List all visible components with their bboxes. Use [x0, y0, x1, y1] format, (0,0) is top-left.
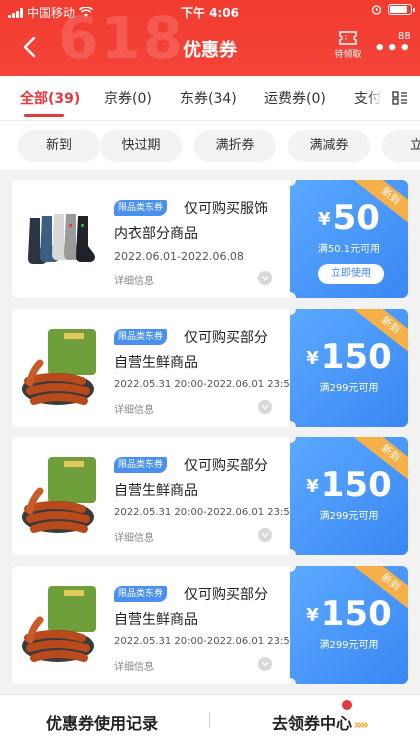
alarm-icon — [371, 5, 382, 15]
coupon-info: 限品类东券 仅可购买部分 自营生鲜商品 2022.05.31 20:00-202… — [12, 566, 296, 684]
currency-symbol: ¥ — [306, 476, 319, 497]
coupon-category-tag: 限品类东券 — [114, 457, 168, 473]
coupon-value-panel: 新到 ¥150 满299元可用 — [290, 566, 408, 684]
tab-shipping-coupon[interactable]: 运费券(0) — [264, 88, 326, 108]
tab-jing-coupon[interactable]: 京券(0) — [104, 88, 152, 108]
coupon-name-line1: 仅可购买服饰 — [184, 201, 268, 217]
ticket-icon — [339, 31, 357, 45]
chevron-down-icon[interactable] — [258, 271, 272, 285]
coupon-amount: ¥150 — [290, 594, 408, 634]
coupon-validity: 2022.06.01-2022.06.08 — [114, 250, 244, 263]
go-coupon-center-button[interactable]: 去领券中心»» — [272, 710, 369, 734]
amount-value: 150 — [320, 465, 392, 505]
header: 618 中国移动 下午 4:06 优惠券 待领取 ••• 88 — [0, 0, 420, 76]
bottom-divider — [209, 712, 210, 728]
filter-full-reduction[interactable]: 满减券 — [288, 130, 370, 162]
pending-coupons-button[interactable]: 待领取 — [330, 30, 366, 60]
coupon-value-panel: 新到 ¥150 满299元可用 — [290, 309, 408, 427]
amount-value: 150 — [320, 594, 392, 634]
status-bar: 中国移动 下午 4:06 — [0, 0, 420, 24]
coupon-category-tag: 限品类东券 — [114, 200, 168, 216]
filter-expiring[interactable]: 快过期 — [100, 130, 182, 162]
currency-symbol: ¥ — [318, 209, 331, 230]
coupon-card[interactable]: 限品类东券 仅可购买服饰 内衣部分商品 2022.06.01-2022.06.0… — [12, 180, 408, 298]
coupon-name-line2: 自营生鲜商品 — [114, 483, 198, 499]
details-link[interactable]: 详细信息 — [114, 272, 154, 287]
bottom-bar: 优惠券使用记录 去领券中心»» — [0, 694, 420, 747]
coupon-validity: 2022.05.31 20:00-2022.06.01 23:59 — [114, 379, 297, 390]
coupon-name-line2: 自营生鲜商品 — [114, 612, 198, 628]
tabs-grid-icon[interactable] — [380, 76, 420, 120]
status-time: 下午 4:06 — [180, 6, 240, 20]
coupon-value-panel: 新到 ¥50 满50.1元可用 立即使用 — [290, 180, 408, 298]
coupon-type-tabs: 全部(39) 京券(0) 东券(34) 运费券(0) 支付 — [0, 76, 420, 120]
chevron-down-icon[interactable] — [258, 528, 272, 542]
filter-chips: 新到 快过期 满折券 满减券 立减 — [0, 120, 420, 170]
coupon-name-line2: 内衣部分商品 — [114, 226, 198, 242]
active-tab-indicator — [24, 114, 64, 117]
coupon-name-line1: 仅可购买部分 — [184, 458, 268, 474]
chevron-down-icon[interactable] — [258, 657, 272, 671]
coupon-info: 限品类东券 仅可购买部分 自营生鲜商品 2022.05.31 20:00-202… — [12, 437, 296, 555]
sausage-product-image — [22, 586, 96, 662]
usage-record-button[interactable]: 优惠券使用记录 — [46, 710, 158, 734]
battery-level — [390, 6, 407, 13]
coupon-category-tag: 限品类东券 — [114, 586, 168, 602]
coupon-validity: 2022.05.31 20:00-2022.06.01 23:59 — [114, 636, 297, 647]
more-badge: 88 — [398, 31, 411, 42]
coupon-info: 限品类东券 仅可购买服饰 内衣部分商品 2022.06.01-2022.06.0… — [12, 180, 290, 298]
amount-value: 50 — [332, 198, 380, 238]
coupon-validity: 2022.05.31 20:00-2022.06.01 23:59 — [114, 507, 297, 518]
coupon-card[interactable]: 限品类东券 仅可购买部分 自营生鲜商品 2022.05.31 20:00-202… — [12, 437, 408, 555]
coupon-name-line2: 自营生鲜商品 — [114, 355, 198, 371]
go-coupon-center-label: 去领券中心 — [272, 714, 353, 733]
coupon-condition: 满50.1元可用 — [317, 244, 381, 255]
socks-product-image — [28, 214, 95, 264]
coupon-condition: 满299元可用 — [319, 383, 379, 394]
details-link[interactable]: 详细信息 — [114, 529, 154, 544]
coupon-amount: ¥150 — [290, 465, 408, 505]
coupon-condition: 满299元可用 — [319, 640, 379, 651]
filter-new[interactable]: 新到 — [18, 130, 100, 162]
tab-all[interactable]: 全部(39) — [20, 88, 80, 108]
coupon-condition: 满299元可用 — [319, 511, 379, 522]
coupon-amount: ¥150 — [290, 337, 408, 377]
currency-symbol: ¥ — [306, 605, 319, 626]
battery-icon — [388, 4, 415, 15]
details-link[interactable]: 详细信息 — [114, 658, 154, 673]
tab-dong-coupon[interactable]: 东券(34) — [180, 88, 237, 108]
coupon-card[interactable]: 限品类东券 仅可购买部分 自营生鲜商品 2022.05.31 20:00-202… — [12, 309, 408, 427]
chevron-down-icon[interactable] — [258, 400, 272, 414]
coupon-info: 限品类东券 仅可购买部分 自营生鲜商品 2022.05.31 20:00-202… — [12, 309, 296, 427]
tab-payment-coupon[interactable]: 支付 — [354, 88, 382, 108]
filter-instant-reduction[interactable]: 立减 — [382, 130, 420, 162]
status-right — [371, 4, 415, 15]
use-now-button[interactable]: 立即使用 — [318, 264, 384, 284]
amount-value: 150 — [320, 337, 392, 377]
coupon-card[interactable]: 限品类东券 仅可购买部分 自营生鲜商品 2022.05.31 20:00-202… — [12, 566, 408, 684]
coupon-name-line1: 仅可购买部分 — [184, 330, 268, 346]
hot-badge-icon — [342, 700, 352, 710]
details-link[interactable]: 详细信息 — [114, 401, 154, 416]
coupon-name-line1: 仅可购买部分 — [184, 587, 268, 603]
coupon-value-panel: 新到 ¥150 满299元可用 — [290, 437, 408, 555]
pending-label: 待领取 — [334, 50, 362, 60]
sausage-product-image — [22, 457, 96, 533]
double-chevron-right-icon: »» — [354, 718, 369, 733]
filter-discount[interactable]: 满折券 — [194, 130, 276, 162]
coupon-amount: ¥50 — [290, 198, 408, 238]
sausage-product-image — [22, 329, 96, 405]
coupon-category-tag: 限品类东券 — [114, 329, 168, 345]
currency-symbol: ¥ — [306, 348, 319, 369]
